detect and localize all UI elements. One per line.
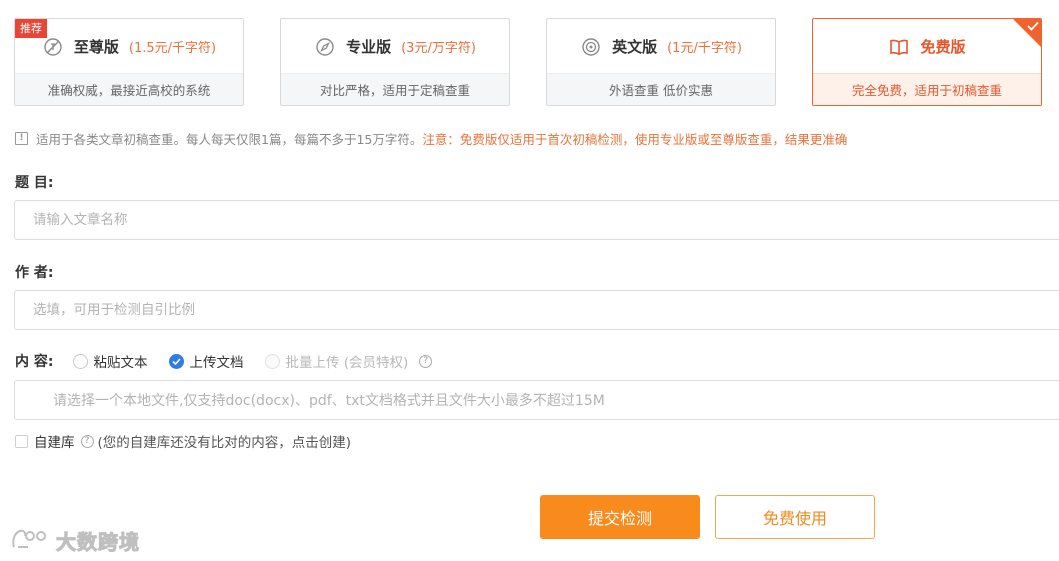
notice-warning: 注意：免费版仅适用于首次初稿检测，使用专业版或至尊版查重，结果更准确 (422, 132, 848, 147)
custom-library-hint[interactable]: (您的自建库还没有比对的内容，点击创建) (98, 431, 352, 451)
content-label: 内 容: (15, 354, 54, 370)
plan-card-free[interactable]: 免费版 完全免费，适用于初稿查重 (812, 18, 1042, 106)
radio-label: 粘贴文本 (93, 355, 148, 371)
custom-library-label: 自建库 (34, 435, 75, 451)
upload-file-box[interactable]: 请选择一个本地文件,仅支持doc(docx)、pdf、txt文档格式并且文件大小… (14, 380, 1059, 420)
plan-desc: 外语查重 低价实惠 (547, 73, 775, 105)
radio-paste-text[interactable]: 粘贴文本 (73, 351, 147, 371)
author-label: 作 者: (15, 265, 54, 281)
selected-check-icon (1012, 19, 1041, 48)
plan-price: (1元/千字符) (667, 41, 742, 56)
radio-circle-checked[interactable] (169, 353, 185, 369)
watermark: 大数跨境 (10, 526, 140, 555)
plan-card-english[interactable]: 英文版 (1元/千字符) 外语查重 低价实惠 (546, 18, 776, 106)
plan-desc: 准确权威，最接近高校的系统 (15, 73, 243, 105)
compass-icon (314, 36, 336, 58)
plan-card-premium[interactable]: 推荐 至尊版 (1.5元/千字符) 准确权威，最接近高校的系统 (14, 18, 244, 106)
radio-circle[interactable] (73, 353, 89, 369)
book-icon (888, 36, 910, 58)
plan-name: 专业版 (346, 38, 392, 56)
radio-batch-upload: 批量上传 (会员特权) ? (265, 351, 433, 371)
submit-check-button[interactable]: 提交检测 (540, 495, 700, 539)
question-icon[interactable]: ? (419, 354, 433, 368)
exclamation-icon: ! (15, 132, 28, 145)
watermark-text: 大数跨境 (56, 530, 140, 555)
free-use-button[interactable]: 免费使用 (715, 495, 875, 539)
radio-circle-disabled (265, 353, 281, 369)
author-input[interactable] (14, 290, 1059, 330)
radio-label: 上传文档 (189, 355, 244, 371)
plan-desc: 对比严格，适用于定稿查重 (281, 73, 509, 105)
question-icon[interactable]: ? (80, 434, 94, 448)
plan-price: (3元/万字符) (401, 41, 476, 56)
title-label: 题 目: (15, 175, 54, 191)
plan-card-professional[interactable]: 专业版 (3元/万字符) 对比严格，适用于定稿查重 (280, 18, 510, 106)
plan-name: 英文版 (612, 38, 658, 56)
content-type-row: 内 容: 粘贴文本 上传文档 批量上传 (会员特权) ? (15, 351, 454, 371)
upload-hint: 请选择一个本地文件,仅支持doc(docx)、pdf、txt文档格式并且文件大小… (53, 393, 605, 409)
plan-desc: 完全免费，适用于初稿查重 (813, 73, 1041, 105)
target-icon (580, 36, 602, 58)
plan-name: 免费版 (920, 38, 966, 56)
radio-upload-document[interactable]: 上传文档 (169, 351, 243, 371)
recommend-badge: 推荐 (15, 19, 47, 38)
plan-price: (1.5元/千字符) (128, 41, 217, 56)
title-input[interactable] (14, 200, 1059, 240)
custom-library-checkbox[interactable] (15, 434, 28, 448)
notice-bar: ! 适用于各类文章初稿查重。每人每天仅限1篇，每篇不多于15万字符。注意：免费版… (15, 129, 847, 148)
no-ring-icon (42, 36, 64, 58)
plan-name: 至尊版 (73, 38, 119, 56)
notice-text: 适用于各类文章初稿查重。每人每天仅限1篇，每篇不多于15万字符。 (36, 132, 423, 147)
radio-label: 批量上传 (会员特权) (285, 355, 409, 371)
custom-library-row: 自建库 ? (您的自建库还没有比对的内容，点击创建) (15, 431, 351, 451)
watermark-logo-icon (10, 527, 50, 555)
